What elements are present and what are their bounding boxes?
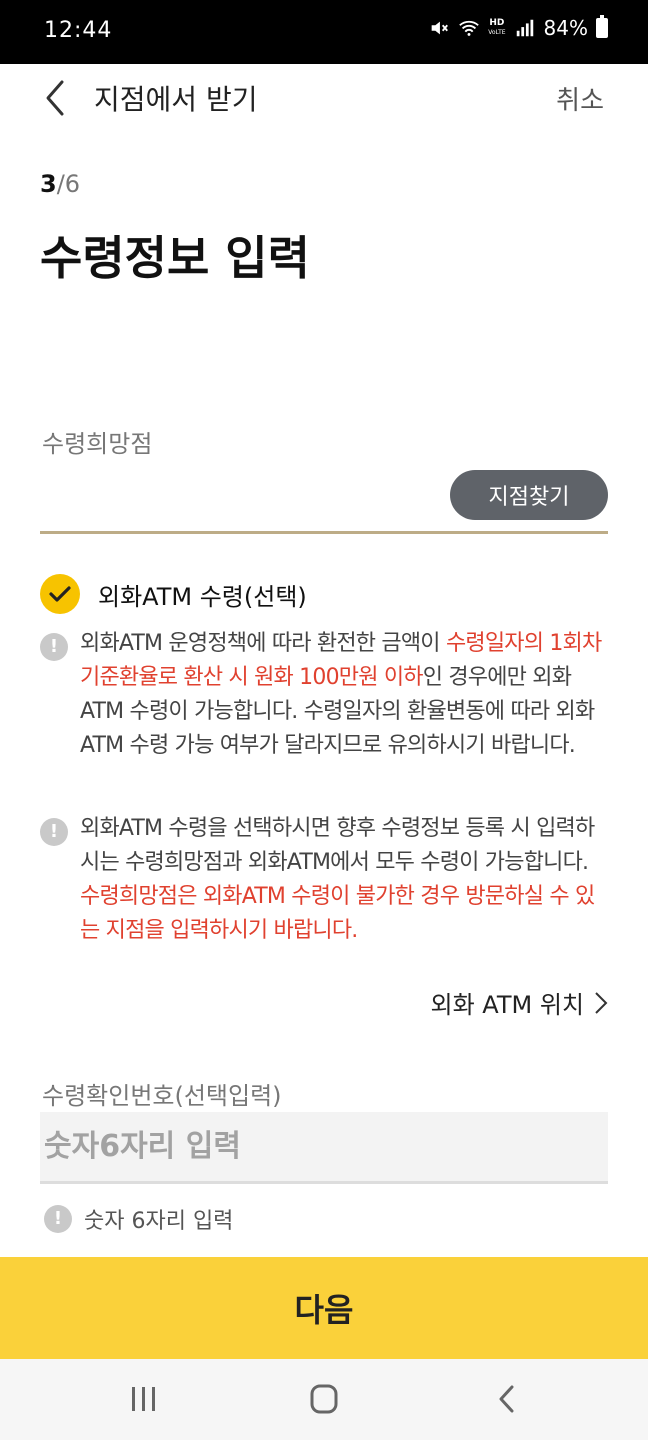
atm-location-label: 외화 ATM 위치: [430, 991, 585, 1019]
exclamation-icon: !: [44, 1205, 72, 1233]
hd-label: HD: [489, 18, 505, 28]
branch-field-underline: [40, 531, 608, 534]
step-total: 6: [64, 170, 81, 198]
find-branch-button[interactable]: 지점찾기: [450, 470, 608, 520]
exclamation-icon: !: [40, 818, 68, 846]
notice-text-highlight: 수령희망점은 외화ATM 수령이 불가한 경우 방문하실 수 있는 지점을 입력…: [80, 884, 595, 943]
atm-receive-checkbox[interactable]: 외화ATM 수령(선택): [40, 574, 307, 614]
system-nav-bar: [0, 1359, 648, 1440]
branch-field-label: 수령희망점: [42, 430, 153, 458]
status-bar: 12:44 HD VoLTE 84%: [0, 0, 648, 64]
status-icons: HD VoLTE 84%: [428, 15, 608, 40]
step-indicator: 3/6: [40, 170, 80, 198]
checkmark-icon: [40, 574, 80, 614]
recent-apps-icon[interactable]: [124, 1381, 164, 1417]
wifi-icon: [459, 20, 480, 36]
atm-policy-notice: ! 외화ATM 운영정책에 따라 환전한 금액이 수령일자의 1회차 기준환율로…: [40, 627, 610, 763]
notice-text-part: 외화ATM 수령을 선택하시면 향후 수령정보 등록 시 입력하시는 수령희망점…: [80, 816, 595, 875]
atm-location-link[interactable]: 외화 ATM 위치: [431, 985, 609, 1020]
notice-text: 외화ATM 운영정책에 따라 환전한 금액이 수령일자의 1회차 기준환율로 환…: [80, 627, 610, 763]
header-title: 지점에서 받기: [94, 83, 258, 116]
atm-select-notice: ! 외화ATM 수령을 선택하시면 향후 수령정보 등록 시 입력하시는 수령희…: [40, 812, 610, 948]
nav-back-icon[interactable]: [488, 1381, 528, 1417]
chevron-right-icon: [595, 991, 608, 1014]
pin-field-label: 수령확인번호(선택입력): [42, 1082, 282, 1110]
hd-voice-icon: HD VoLTE: [488, 19, 505, 37]
step-separator: /: [56, 170, 65, 198]
pin-hint-text: 숫자 6자리 입력: [84, 1209, 234, 1234]
pin-hint: ! 숫자 6자리 입력: [44, 1203, 233, 1235]
back-arrow-icon[interactable]: [40, 78, 70, 118]
notice-text: 외화ATM 수령을 선택하시면 향후 수령정보 등록 시 입력하시는 수령희망점…: [80, 812, 610, 948]
status-time: 12:44: [44, 18, 113, 43]
next-button[interactable]: 다음: [0, 1257, 648, 1359]
atm-receive-label: 외화ATM 수령(선택): [98, 582, 307, 611]
notice-text-part: 외화ATM 운영정책에 따라 환전한 금액이: [80, 631, 446, 656]
app-header: 지점에서 받기 취소: [0, 64, 648, 130]
battery-percent: 84%: [543, 16, 588, 40]
mute-icon: [431, 21, 449, 35]
battery-icon: [596, 15, 608, 38]
cancel-button[interactable]: 취소: [556, 80, 604, 117]
voice-label: VoLTE: [488, 29, 506, 36]
step-current: 3: [40, 170, 57, 198]
exclamation-icon: !: [40, 633, 68, 661]
page-title: 수령정보 입력: [40, 231, 310, 285]
home-icon[interactable]: [304, 1381, 344, 1417]
pin-input[interactable]: [40, 1112, 608, 1184]
signal-icon: [516, 19, 533, 37]
